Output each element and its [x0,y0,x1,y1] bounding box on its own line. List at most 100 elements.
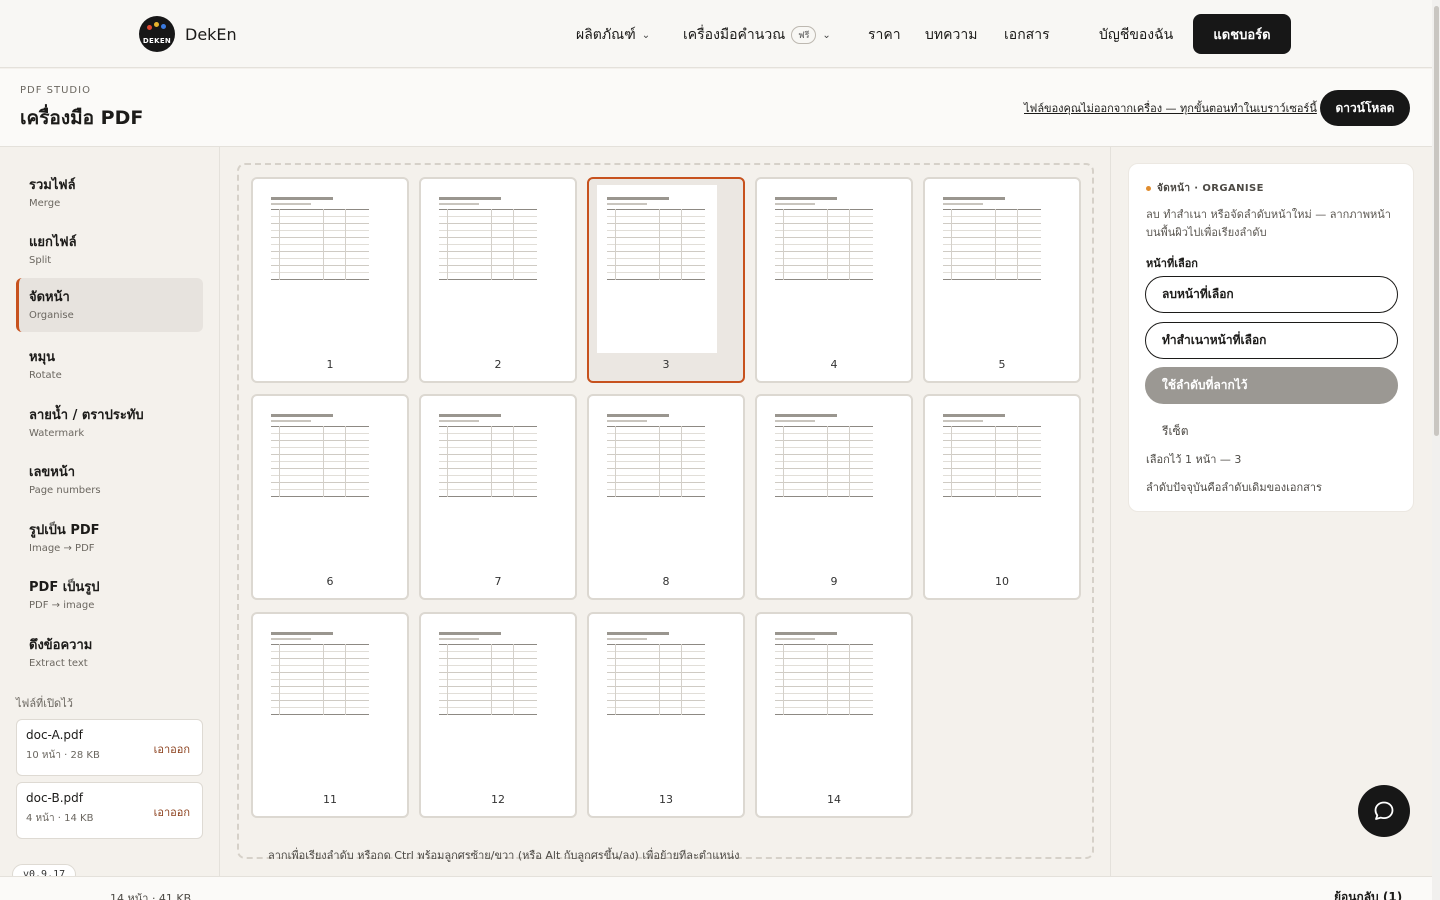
preview-row [439,672,537,673]
preview-rule [607,714,705,715]
page-thumbnail[interactable]: 7 [419,394,577,600]
page-thumbnail[interactable]: 5 [923,177,1081,383]
nav-account[interactable]: บัญชีของฉัน [1099,24,1173,46]
tool-item-page-numbers[interactable]: เลขหน้า Page numbers [16,453,203,507]
brand[interactable]: DEKEN DekEn [139,16,237,52]
preview-column-line [659,426,660,497]
tool-name: PDF เป็นรูป [29,580,100,595]
reorder-hint: ลากเพื่อเรียงลำดับ หรือกด Ctrl พร้อมลูกศ… [268,849,740,862]
preview-row [607,447,705,448]
scrollbar-thumb[interactable] [1434,6,1439,436]
preview-subtitle [775,420,815,422]
preview-row [271,440,369,441]
preview-rule [943,496,1041,497]
page-number: 10 [995,575,1009,588]
studio-header: PDF STUDIO เครื่องมือ PDF ไฟล์ของคุณไม่อ… [0,69,1440,147]
preview-row [775,433,873,434]
preview-subtitle [775,638,815,640]
preview-row [439,230,537,231]
preview-row [943,461,1041,462]
page-thumbnail[interactable]: 10 [923,394,1081,600]
preview-subtitle [775,203,815,205]
page-preview [597,185,717,353]
duplicate-selected-button[interactable]: ทำสำเนาหน้าที่เลือก [1145,322,1398,359]
preview-row [607,693,705,694]
page-thumbnail[interactable]: 4 [755,177,913,383]
logo-icon: DEKEN [139,16,175,52]
page-thumbnail[interactable]: 8 [587,394,745,600]
page-thumbnail[interactable]: 14 [755,612,913,818]
preview-column-line [849,644,850,715]
page-thumbnail[interactable]: 12 [419,612,577,818]
page-thumbnail[interactable]: 6 [251,394,409,600]
preview-row [607,468,705,469]
preview-row [607,251,705,252]
preview-row [607,651,705,652]
preview-column-line [323,426,324,497]
selected-pages-label: หน้าที่เลือก [1146,257,1198,270]
preview-row [607,265,705,266]
tool-item-image-pdf[interactable]: รูปเป็น PDF Image → PDF [16,511,203,565]
preview-row [607,433,705,434]
page-dropzone[interactable]: 1 2 3 4 5 6 7 8 9 10 11 12 13 14 ลากเพื่อเรียงลำดับ ห… [237,163,1094,862]
preview-row [271,482,369,483]
page-thumbnail[interactable]: 2 [419,177,577,383]
preview-row [775,658,873,659]
preview-column-line [681,209,682,280]
page-thumbnail[interactable]: 3 [587,177,745,383]
preview-column-line [659,209,660,280]
privacy-link[interactable]: ไฟล์ของคุณไม่ออกจากเครื่อง — ทุกขั้นตอนท… [1024,99,1317,117]
preview-row [271,672,369,673]
nav-pricing[interactable]: ราคา [868,24,901,46]
delete-selected-button[interactable]: ลบหน้าที่เลือก [1145,276,1398,313]
preview-row [775,223,873,224]
preview-row [943,433,1041,434]
dashboard-button[interactable]: แดชบอร์ด [1193,14,1291,54]
nav-calculators[interactable]: เครื่องมือคำนวณ ฟรี ⌄ [683,24,831,46]
tool-item-pdf-image[interactable]: PDF เป็นรูป PDF → image [16,568,203,622]
preview-rule [607,426,705,427]
page-thumbnail[interactable]: 1 [251,177,409,383]
preview-row [439,651,537,652]
preview-rule [271,496,369,497]
tool-item-rotate[interactable]: หมุน Rotate [16,338,203,392]
preview-row [271,272,369,273]
tool-item-extract-text[interactable]: ดึงข้อความ Extract text [16,626,203,680]
tool-sidebar: รวมไฟล์ Merge แยกไฟล์ Split จัดหน้า Organise ห… [0,147,220,900]
tool-item-watermark[interactable]: ลายน้ำ / ตราประทับ Watermark [16,396,203,450]
open-file-card[interactable]: doc-B.pdf 4 หน้า · 14 KB เอาออก [16,782,203,839]
preview-row [775,482,873,483]
nav-products[interactable]: ผลิตภัณฑ์ ⌄ [576,24,650,46]
preview-column-line [323,209,324,280]
preview-column-line [783,209,784,280]
nav-docs[interactable]: เอกสาร [1004,24,1050,46]
page-thumbnail[interactable]: 9 [755,394,913,600]
preview-row [271,707,369,708]
remove-file-button[interactable]: เอาออก [154,803,190,821]
preview-row [775,679,873,680]
preview-row [943,489,1041,490]
undo-button[interactable]: ย้อนกลับ (1) [1334,888,1402,900]
preview-title [607,632,669,635]
remove-file-button[interactable]: เอาออก [154,740,190,758]
download-button[interactable]: ดาวน์โหลด [1320,90,1410,126]
tool-item-split[interactable]: แยกไฟล์ Split [16,223,203,277]
nav-articles[interactable]: บทความ [925,24,977,46]
preview-rule [775,714,873,715]
preview-subtitle [271,203,311,205]
page-thumbnail[interactable]: 11 [251,612,409,818]
preview-rule [439,426,537,427]
page-thumbnail[interactable]: 13 [587,612,745,818]
preview-row [607,237,705,238]
organise-panel: จัดหน้า · ORGANISE ลบ ทำสำเนา หรือจัดลำด… [1128,163,1414,512]
chat-button[interactable] [1358,785,1410,837]
preview-rule [439,644,537,645]
apply-order-button[interactable]: ใช้ลำดับที่ลากไว้ [1145,367,1398,404]
reset-button[interactable]: รีเซ็ต [1162,422,1188,441]
page-number: 2 [494,358,502,371]
tool-item-merge[interactable]: รวมไฟล์ Merge [16,166,203,220]
open-file-card[interactable]: doc-A.pdf 10 หน้า · 28 KB เอาออก [16,719,203,776]
tool-item-organise[interactable]: จัดหน้า Organise [16,278,203,332]
preview-column-line [513,644,514,715]
preview-row [271,223,369,224]
